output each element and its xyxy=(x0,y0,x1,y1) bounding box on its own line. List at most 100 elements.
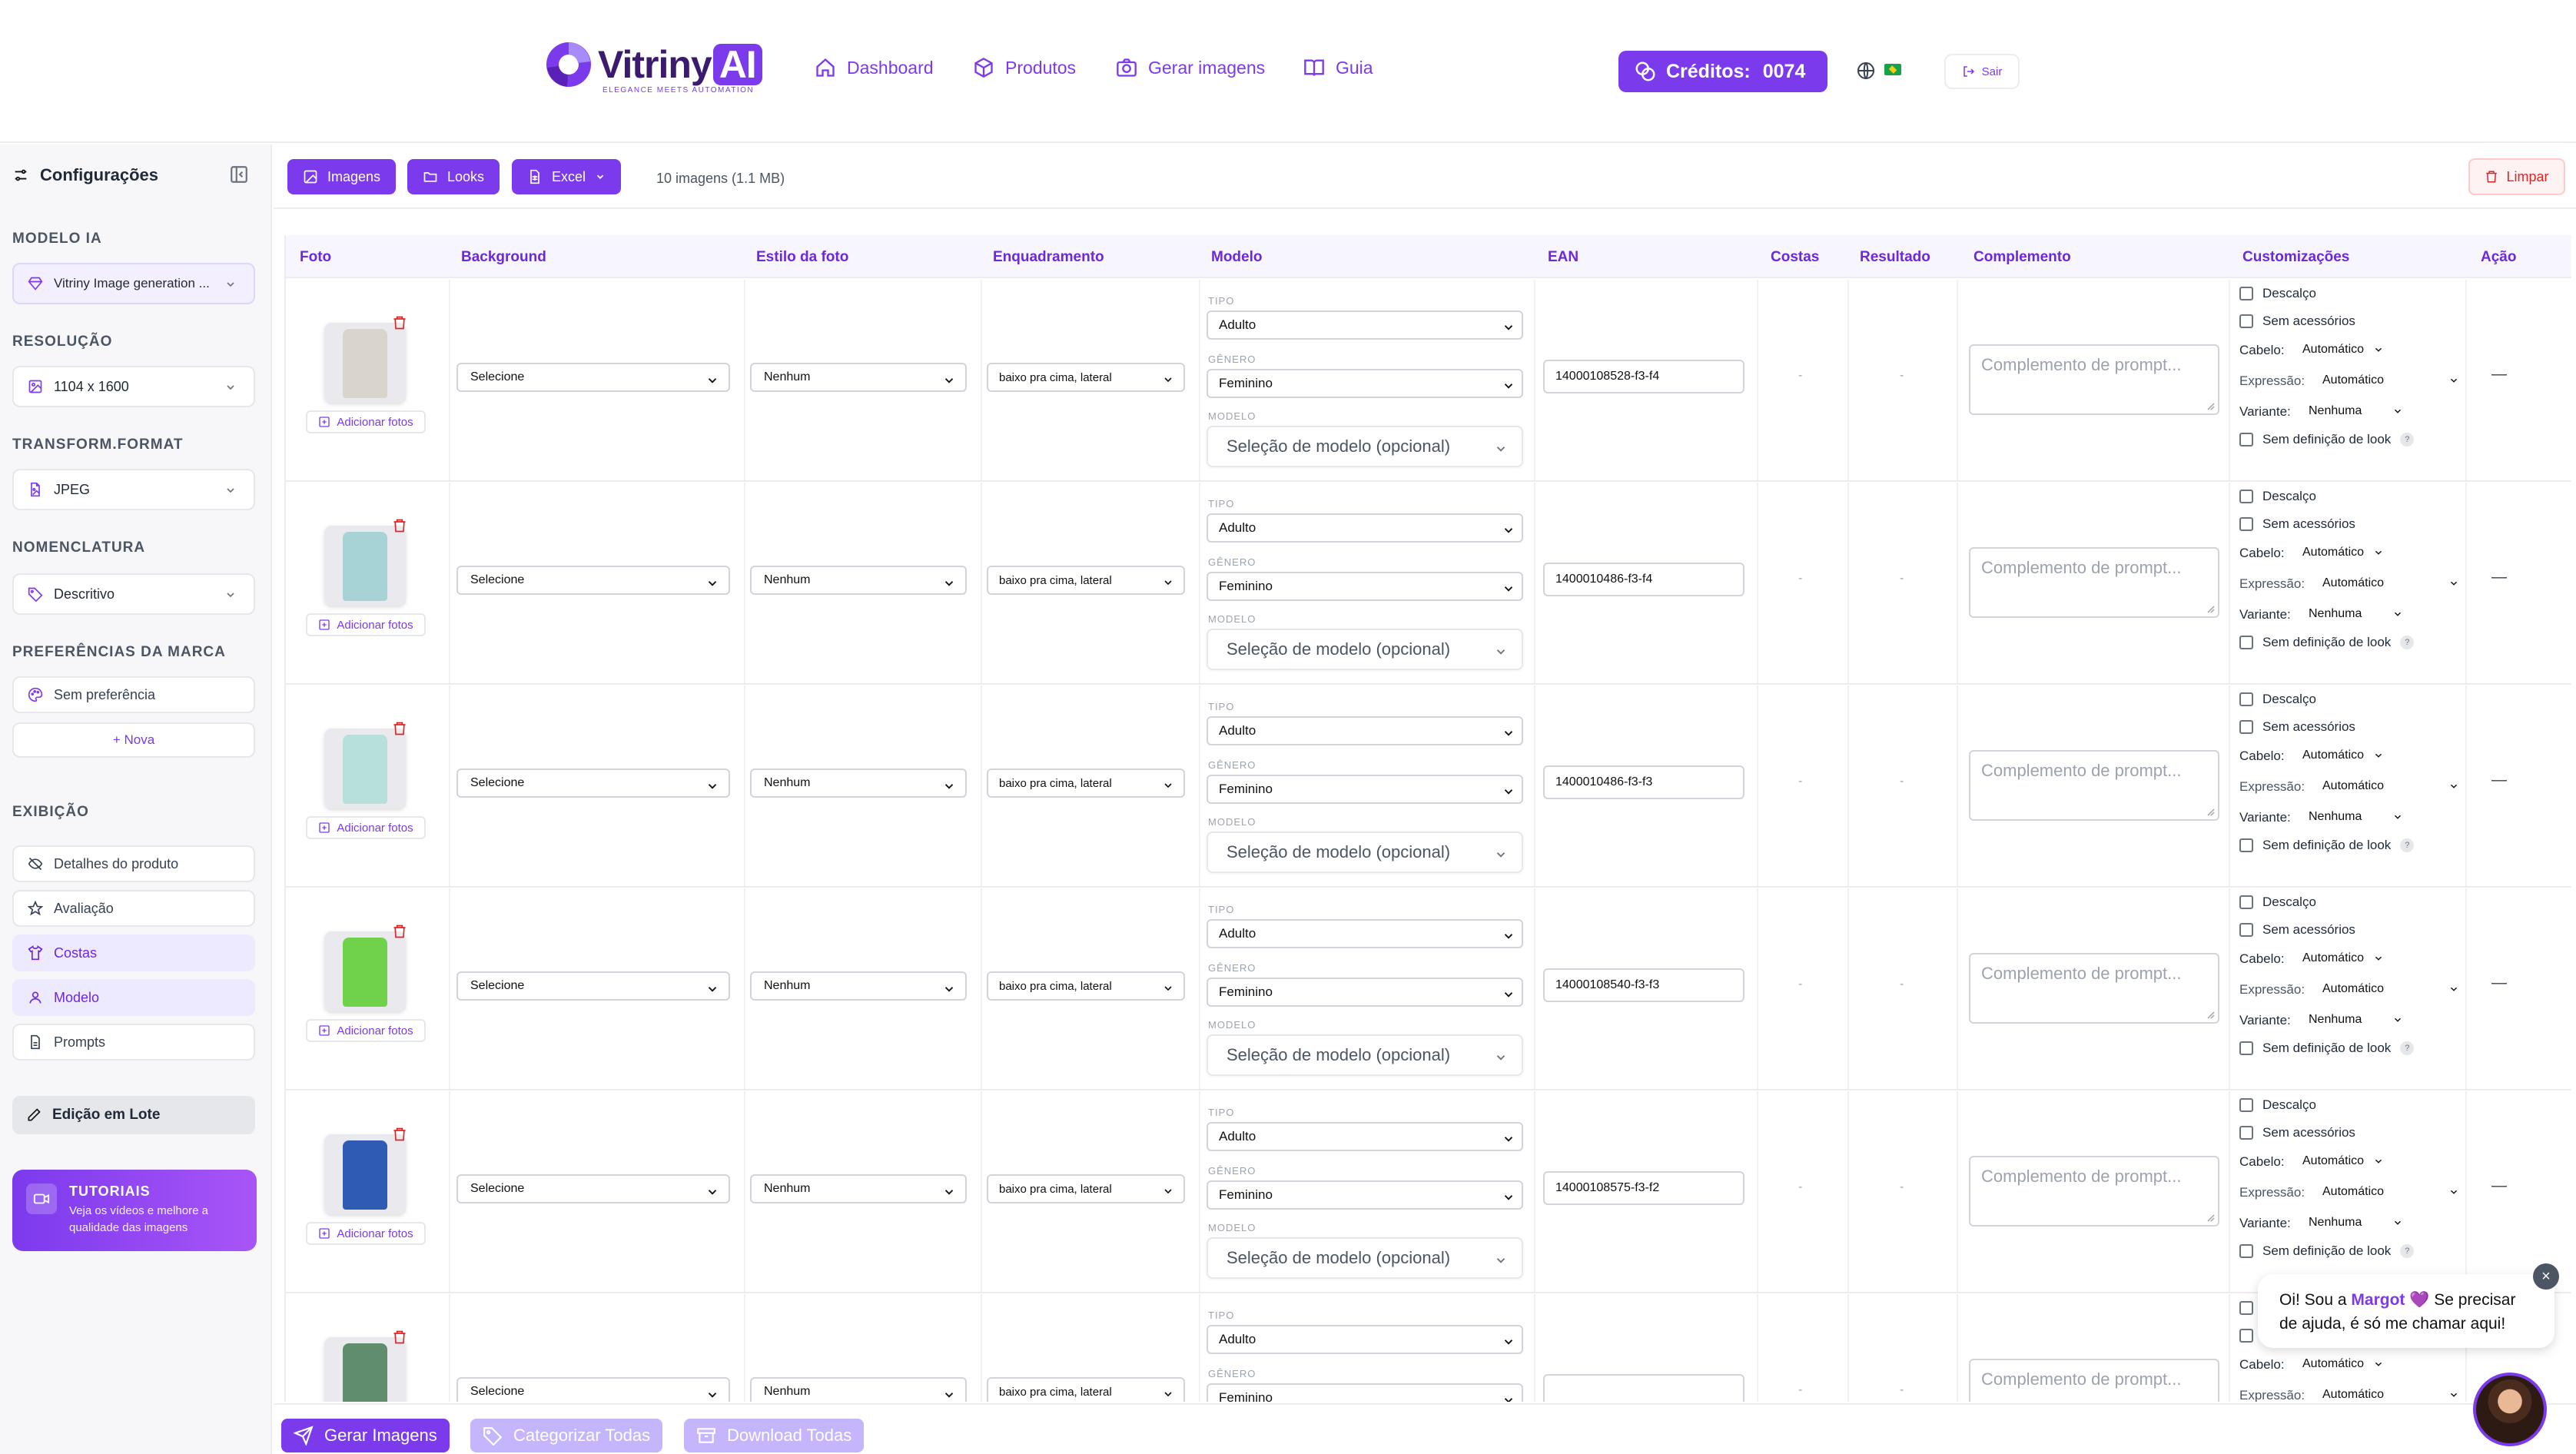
row-action-button[interactable]: — xyxy=(2491,569,2507,586)
sem-acessorios-checkbox[interactable]: Sem acessórios xyxy=(2239,1125,2355,1140)
ean-input[interactable]: 14000108528-f3-f4 xyxy=(1543,360,1744,393)
product-thumbnail[interactable] xyxy=(324,931,406,1011)
sem-acessorios-checkbox[interactable]: Sem acessórios xyxy=(2239,314,2355,329)
sidebar-item-prompts[interactable]: Prompts xyxy=(12,1024,255,1061)
nav-gerar-imagens[interactable]: Gerar imagens xyxy=(1116,57,1265,78)
trash-icon[interactable] xyxy=(392,315,407,330)
nav-produtos[interactable]: Produtos xyxy=(973,57,1076,78)
sidebar-item-avaliacao[interactable]: Avaliação xyxy=(12,890,255,927)
expressao-select[interactable]: Automático xyxy=(2322,779,2459,793)
add-photos-button[interactable]: Adicionar fotos xyxy=(306,1222,426,1245)
photo-style-select[interactable]: Nenhum xyxy=(750,1377,967,1402)
framing-select[interactable]: baixo pra cima, lateral xyxy=(987,768,1185,798)
sem-definicao-look-checkbox[interactable]: Sem definição de look? xyxy=(2239,1243,2415,1259)
help-icon[interactable]: ? xyxy=(2400,433,2415,446)
trash-icon[interactable] xyxy=(392,924,407,939)
ean-input[interactable]: 1400010486-f3-f4 xyxy=(1543,563,1744,596)
expressao-select[interactable]: Automático xyxy=(2322,1388,2459,1402)
checkbox-box[interactable] xyxy=(2239,490,2253,503)
ean-input[interactable]: 1400010486-f3-f3 xyxy=(1543,765,1744,799)
cabelo-select[interactable]: Automático xyxy=(2302,546,2384,559)
excel-button[interactable]: Excel xyxy=(512,159,622,194)
model-select[interactable]: Seleção de modelo (opcional) xyxy=(1207,832,1523,873)
cabelo-select[interactable]: Automático xyxy=(2302,951,2384,965)
complement-textarea[interactable]: Complemento de prompt... xyxy=(1969,344,2219,415)
clear-button[interactable]: Limpar xyxy=(2468,158,2565,195)
cabelo-select[interactable]: Automático xyxy=(2302,1357,2384,1371)
model-select[interactable]: Seleção de modelo (opcional) xyxy=(1207,1237,1523,1279)
credits-badge[interactable]: Créditos: 0074 xyxy=(1618,51,1827,92)
photo-style-select[interactable]: Nenhum xyxy=(750,566,967,595)
descalco-checkbox[interactable]: Descalço xyxy=(2239,895,2316,910)
background-select[interactable]: Selecione xyxy=(456,363,730,392)
complement-textarea[interactable]: Complemento de prompt... xyxy=(1969,1156,2219,1227)
descalco-checkbox[interactable]: Descalço xyxy=(2239,1097,2316,1113)
resize-handle-icon[interactable] xyxy=(2206,401,2215,410)
sem-acessorios-checkbox[interactable]: Sem acessórios xyxy=(2239,719,2355,735)
sem-acessorios-checkbox[interactable]: Sem acessórios xyxy=(2239,516,2355,532)
expressao-select[interactable]: Automático xyxy=(2322,1185,2459,1199)
globe-icon[interactable] xyxy=(1857,61,1875,80)
row-action-button[interactable]: — xyxy=(2491,366,2507,383)
brand-logo[interactable]: Vitriny AI ELEGANCE MEETS AUTOMATION xyxy=(544,40,762,95)
genero-select[interactable]: Feminino xyxy=(1207,369,1523,398)
nomenclatura-select[interactable]: Descritivo xyxy=(12,573,255,615)
resize-handle-icon[interactable] xyxy=(2206,1010,2215,1019)
expressao-select[interactable]: Automático xyxy=(2322,373,2459,387)
checkbox-box[interactable] xyxy=(2239,923,2253,937)
brand-preference-option[interactable]: Sem preferência xyxy=(12,676,255,713)
genero-select[interactable]: Feminino xyxy=(1207,1180,1523,1210)
trash-icon[interactable] xyxy=(392,1330,407,1345)
add-photos-button[interactable]: Adicionar fotos xyxy=(306,410,426,433)
trash-icon[interactable] xyxy=(392,1127,407,1142)
variante-select[interactable]: Nenhuma xyxy=(2309,810,2403,824)
row-action-button[interactable]: — xyxy=(2491,1177,2507,1195)
categorize-all-button[interactable]: Categorizar Todas xyxy=(470,1419,663,1452)
add-photos-button[interactable]: Adicionar fotos xyxy=(306,1019,426,1042)
resolucao-select[interactable]: 1104 x 1600 xyxy=(12,366,255,407)
checkbox-box[interactable] xyxy=(2239,838,2253,852)
sidebar-item-modelo[interactable]: Modelo xyxy=(12,979,255,1016)
photo-style-select[interactable]: Nenhum xyxy=(750,971,967,1001)
help-icon[interactable]: ? xyxy=(2400,636,2415,649)
variante-select[interactable]: Nenhuma xyxy=(2309,404,2403,418)
product-thumbnail[interactable] xyxy=(324,323,406,403)
sem-acessorios-checkbox[interactable]: Sem acessórios xyxy=(2239,922,2355,938)
trash-icon[interactable] xyxy=(392,721,407,736)
checkbox-box[interactable] xyxy=(2239,895,2253,909)
variante-select[interactable]: Nenhuma xyxy=(2309,1013,2403,1027)
sem-definicao-look-checkbox[interactable]: Sem definição de look? xyxy=(2239,635,2415,650)
ean-input[interactable]: 14000108540-f3-f3 xyxy=(1543,968,1744,1002)
framing-select[interactable]: baixo pra cima, lateral xyxy=(987,1377,1185,1402)
checkbox-box[interactable] xyxy=(2239,1041,2253,1055)
sem-definicao-look-checkbox[interactable]: Sem definição de look? xyxy=(2239,838,2415,853)
nav-guia[interactable]: Guia xyxy=(1303,57,1373,78)
photo-style-select[interactable]: Nenhum xyxy=(750,768,967,798)
add-photos-button[interactable]: Adicionar fotos xyxy=(306,816,426,839)
background-select[interactable]: Selecione xyxy=(456,1174,730,1203)
variante-select[interactable]: Nenhuma xyxy=(2309,1216,2403,1230)
genero-select[interactable]: Feminino xyxy=(1207,978,1523,1007)
brazil-flag-icon[interactable] xyxy=(1884,64,1901,75)
new-preference-button[interactable]: + Nova xyxy=(12,722,255,758)
logout-button[interactable]: Sair xyxy=(1944,54,2020,89)
checkbox-box[interactable] xyxy=(2239,1301,2253,1315)
cabelo-select[interactable]: Automático xyxy=(2302,343,2384,357)
sem-definicao-look-checkbox[interactable]: Sem definição de look? xyxy=(2239,432,2415,447)
tipo-select[interactable]: Adulto xyxy=(1207,716,1523,745)
genero-select[interactable]: Feminino xyxy=(1207,1383,1523,1402)
collapse-sidebar-icon[interactable] xyxy=(229,164,249,184)
batch-edit-button[interactable]: Edição em Lote xyxy=(12,1096,255,1134)
complement-textarea[interactable]: Complemento de prompt... xyxy=(1969,547,2219,618)
background-select[interactable]: Selecione xyxy=(456,768,730,798)
ean-input[interactable] xyxy=(1543,1374,1744,1402)
framing-select[interactable]: baixo pra cima, lateral xyxy=(987,566,1185,595)
download-all-button[interactable]: Download Todas xyxy=(684,1419,865,1452)
ean-input[interactable]: 14000108575-f3-f2 xyxy=(1543,1171,1744,1205)
photo-style-select[interactable]: Nenhum xyxy=(750,1174,967,1203)
nav-dashboard[interactable]: Dashboard xyxy=(815,57,934,78)
sem-definicao-look-checkbox[interactable]: Sem definição de look? xyxy=(2239,1041,2415,1056)
row-action-button[interactable]: — xyxy=(2491,974,2507,992)
complement-textarea[interactable]: Complemento de prompt... xyxy=(1969,750,2219,821)
generate-images-button[interactable]: Gerar Imagens xyxy=(281,1419,450,1452)
